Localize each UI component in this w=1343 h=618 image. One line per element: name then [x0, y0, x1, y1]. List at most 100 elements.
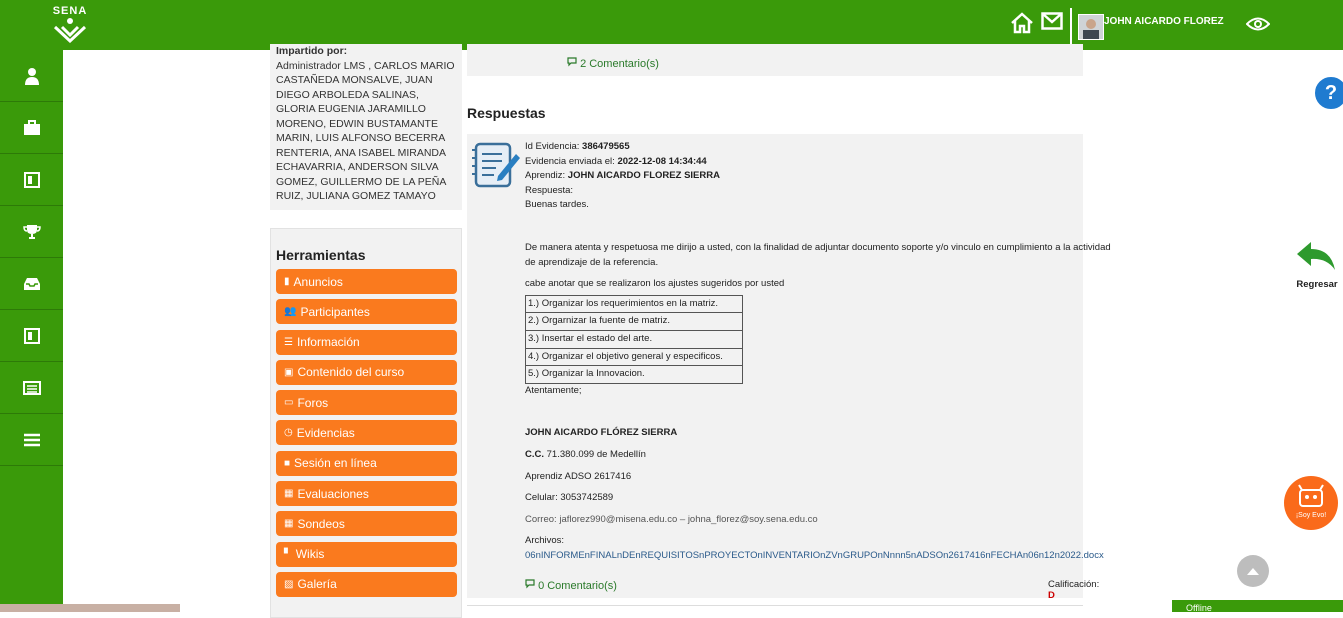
table-row: 5.) Organizar la Innovacion. — [525, 365, 743, 384]
files-label: Archivos: — [525, 535, 565, 547]
mail-icon[interactable] — [1041, 12, 1063, 30]
tool-label: Foros — [297, 395, 329, 410]
tool-sesion-en-linea[interactable]: ■ Sesión en línea — [276, 450, 457, 476]
evidence-id: 386479565 — [582, 141, 630, 152]
back-label: Regresar — [1296, 279, 1338, 290]
response-comments-link[interactable]: 0 Comentario(s) — [525, 579, 617, 592]
top-bar: SENA JOHN AICARDO FLOREZ — [0, 0, 1343, 50]
response-card: Id Evidencia: 386479565 Evidencia enviad… — [467, 134, 1111, 601]
bookmark-icon: ▘ — [284, 548, 292, 560]
tool-label: Wikis — [295, 547, 325, 562]
user-avatar[interactable] — [1078, 14, 1104, 40]
table-row: 1.) Organizar los requerimientos en la m… — [525, 294, 743, 314]
attached-file-link[interactable]: 06nINFORMEnFINALnDEnREQUISITOSnPROYECTOn… — [525, 549, 1120, 564]
tool-evaluaciones[interactable]: ▦ Evaluaciones — [276, 481, 457, 507]
announcement-icon: ▮ — [284, 276, 290, 287]
forum-icon: ▭ — [284, 397, 294, 409]
program-text: Aprendiz ADSO 2617416 — [525, 470, 632, 482]
response-comments-label: 0 Comentario(s) — [538, 580, 617, 592]
sent-date: 2022-12-08 14:34:44 — [617, 155, 707, 167]
adjustments-table: 1.) Organizar los requerimientos en la m… — [525, 294, 743, 384]
responses-title: Respuestas — [467, 105, 546, 121]
sidebar-item-profile[interactable] — [0, 50, 63, 102]
menu-icon — [23, 433, 40, 446]
intro-paragraph: De manera atenta y respetuosa me dirijo … — [525, 241, 1111, 268]
top-comments-link[interactable]: 2 Comentario(s) — [567, 57, 659, 70]
sidebar-item-calendar[interactable] — [0, 154, 63, 206]
tool-foros[interactable]: ▭ Foros — [276, 390, 457, 416]
evo-assistant-button[interactable]: ¡Soy Evo! — [1284, 476, 1338, 530]
tool-informacion[interactable]: ☰ Información — [276, 329, 457, 355]
tools-title: Herramientas — [276, 247, 366, 263]
imparted-by-label: Impartido por: — [276, 45, 348, 57]
tool-participantes[interactable]: 👥 Participantes — [276, 299, 457, 325]
content-icon: ▣ — [284, 366, 294, 378]
sidebar-item-grades[interactable] — [0, 362, 63, 414]
robot-icon — [1298, 484, 1324, 507]
tool-label: Galería — [297, 577, 337, 592]
logo-text: SENA — [52, 5, 88, 17]
notebook-edit-icon — [472, 142, 520, 188]
sena-logo-icon — [53, 18, 87, 44]
sidebar-item-menu[interactable] — [0, 414, 63, 466]
user-name[interactable]: JOHN AICARDO FLOREZ — [1104, 16, 1224, 27]
tools-panel: Herramientas ▮ Anuncios 👥 Participantes ☰ I… — [270, 228, 462, 618]
closing-text: Atentamente; — [525, 384, 582, 396]
comment-icon — [525, 579, 535, 589]
offline-label: Offline — [1186, 603, 1212, 612]
divider — [467, 605, 1083, 606]
evaluation-icon: ▦ — [284, 488, 294, 500]
chat-status-bar[interactable]: Offline — [1172, 600, 1343, 612]
tool-label: Evaluaciones — [297, 486, 369, 501]
sidebar-item-portfolio[interactable] — [0, 102, 63, 154]
sidebar-item-achievements[interactable] — [0, 206, 63, 258]
help-button[interactable]: ? — [1313, 75, 1343, 111]
tool-label: Sesión en línea — [294, 456, 377, 471]
tool-sondeos[interactable]: ▦ Sondeos — [276, 511, 457, 537]
comment-icon — [567, 57, 577, 67]
tool-evidencias[interactable]: ◷ Evidencias — [276, 420, 457, 446]
greeting-text: Buenas tardes. — [525, 199, 589, 211]
header-divider — [1070, 8, 1072, 44]
sena-logo[interactable]: SENA — [52, 5, 88, 44]
tool-wikis[interactable]: ▘ Wikis — [276, 541, 457, 567]
evo-label: ¡Soy Evo! — [1295, 512, 1327, 519]
adjustments-note: cabe anotar que se realizaron los ajuste… — [525, 278, 785, 290]
tool-anuncios[interactable]: ▮ Anuncios — [276, 269, 457, 294]
email-separator: – — [679, 513, 686, 525]
sidebar-item-courses[interactable] — [0, 310, 63, 362]
book-icon — [23, 327, 40, 344]
sidebar-item-inbox[interactable] — [0, 258, 63, 310]
scroll-top-button[interactable] — [1237, 555, 1269, 587]
table-cell: 4.) Organizar el objetivo general y espe… — [525, 347, 743, 367]
email-label: Correo: — [525, 513, 557, 525]
top-comments-label: 2 Comentario(s) — [580, 58, 659, 70]
email-secondary[interactable]: johna_florez@soy.sena.edu.co — [688, 514, 818, 525]
home-icon[interactable] — [1010, 12, 1034, 34]
sent-label: Evidencia enviada el: — [525, 155, 615, 167]
participants-icon: 👥 — [284, 306, 297, 318]
back-button[interactable]: Regresar — [1291, 240, 1343, 290]
list-icon — [22, 380, 41, 395]
tool-contenido[interactable]: ▣ Contenido del curso — [276, 359, 457, 385]
tool-label: Evidencias — [296, 425, 355, 440]
tool-label: Contenido del curso — [297, 365, 405, 380]
table-cell: 3.) Insertar el estado del arte. — [525, 329, 743, 349]
grade-value: D — [1048, 590, 1055, 601]
table-row: 2.) Orgarnizar la fuente de matriz. — [525, 312, 743, 331]
inbox-icon — [23, 277, 40, 290]
back-arrow-icon — [1297, 242, 1335, 270]
grade-label: Calificación: — [1048, 579, 1100, 590]
eye-icon[interactable] — [1246, 15, 1270, 33]
tool-label: Participantes — [300, 304, 370, 319]
cc-label: C.C. — [525, 448, 544, 460]
evidence-id-label: Id Evidencia: — [525, 141, 580, 152]
tool-galeria[interactable]: ▨ Galería — [276, 571, 457, 597]
instructors-list: Administrador LMS , CARLOS MARIO CASTAÑE… — [276, 59, 455, 203]
tool-label: Anuncios — [293, 274, 343, 289]
tool-label: Sondeos — [297, 516, 345, 531]
cc-value: 71.380.099 de Medellín — [546, 448, 646, 460]
table-cell: 5.) Organizar la Innovacion. — [525, 365, 743, 384]
info-list-icon: ☰ — [284, 336, 293, 348]
email-primary[interactable]: jaflorez990@misena.edu.co — [559, 514, 677, 525]
